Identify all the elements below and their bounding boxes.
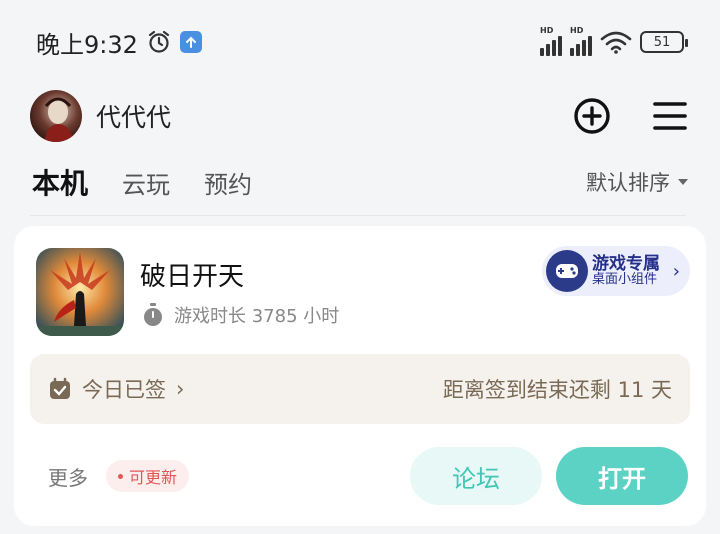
game-card: 破日开天 游戏时长 3785 小时 游戏专属 桌面小组件 › 今日已签 › 距离… — [14, 226, 706, 526]
gamepad-icon — [546, 250, 588, 292]
menu-button[interactable] — [650, 96, 690, 136]
widget-text: 游戏专属 桌面小组件 — [592, 253, 660, 288]
game-playtime: 游戏时长 3785 小时 — [142, 302, 339, 328]
battery-icon: 51 — [640, 31, 688, 53]
more-button[interactable]: 更多 — [48, 462, 88, 491]
widget-subtitle: 桌面小组件 — [592, 272, 658, 288]
sort-label: 默认排序 — [586, 171, 670, 195]
game-title[interactable]: 破日开天 — [140, 256, 244, 293]
stopwatch-icon — [144, 303, 162, 326]
alarm-clock-icon — [148, 30, 170, 53]
tab-reservation[interactable]: 预约 — [204, 165, 252, 200]
header-actions — [572, 96, 690, 136]
update-label: 可更新 — [129, 468, 178, 487]
signin-status-label: 今日已签 — [82, 378, 166, 402]
forum-button[interactable]: 论坛 — [410, 447, 542, 505]
menu-icon — [653, 102, 687, 130]
signin-status: 今日已签 › — [48, 374, 184, 404]
username[interactable]: 代代代 — [96, 98, 171, 134]
dot-icon — [118, 473, 123, 479]
header: 代代代 — [0, 84, 720, 148]
wifi-icon — [600, 31, 632, 54]
tab-local[interactable]: 本机 — [32, 162, 89, 202]
calendar-check-icon — [50, 377, 70, 399]
signal-hd-label: HD — [540, 26, 554, 35]
widget-title: 游戏专属 — [592, 253, 660, 274]
tab-cloud-play[interactable]: 云玩 — [122, 165, 170, 200]
signal-icon: HD — [540, 26, 562, 56]
chevron-right-icon: › — [176, 377, 185, 401]
tab-bar: 本机 云玩 预约 默认排序 — [0, 150, 720, 214]
signin-remaining: 距离签到结束还剩 11 天 — [442, 378, 672, 402]
status-left: 晚上9:32 — [36, 25, 202, 60]
game-widget-button[interactable]: 游戏专属 桌面小组件 › — [542, 246, 690, 296]
open-button[interactable]: 打开 — [556, 447, 688, 505]
avatar[interactable] — [30, 90, 82, 142]
update-badge[interactable]: 可更新 — [106, 460, 190, 492]
playtime-text: 游戏时长 3785 小时 — [174, 306, 340, 327]
card-footer: 更多 可更新 论坛 打开 — [48, 444, 688, 508]
divider — [30, 215, 686, 216]
status-bar: 晚上9:32 HD HD 51 — [0, 0, 720, 84]
signin-bar[interactable]: 今日已签 › 距离签到结束还剩 11 天 — [30, 354, 690, 424]
game-icon[interactable] — [36, 248, 124, 336]
caret-down-icon — [678, 179, 688, 185]
status-time: 晚上9:32 — [36, 30, 138, 59]
battery-level: 51 — [653, 34, 671, 50]
upload-icon — [179, 31, 202, 53]
sort-dropdown[interactable]: 默认排序 — [586, 167, 688, 197]
status-right: HD HD 51 — [540, 26, 688, 56]
signal-hd-label: HD — [570, 26, 584, 35]
chevron-right-icon: › — [672, 260, 680, 282]
add-button[interactable] — [572, 96, 612, 136]
add-circle-icon — [574, 98, 610, 134]
signal-icon: HD — [570, 26, 592, 56]
